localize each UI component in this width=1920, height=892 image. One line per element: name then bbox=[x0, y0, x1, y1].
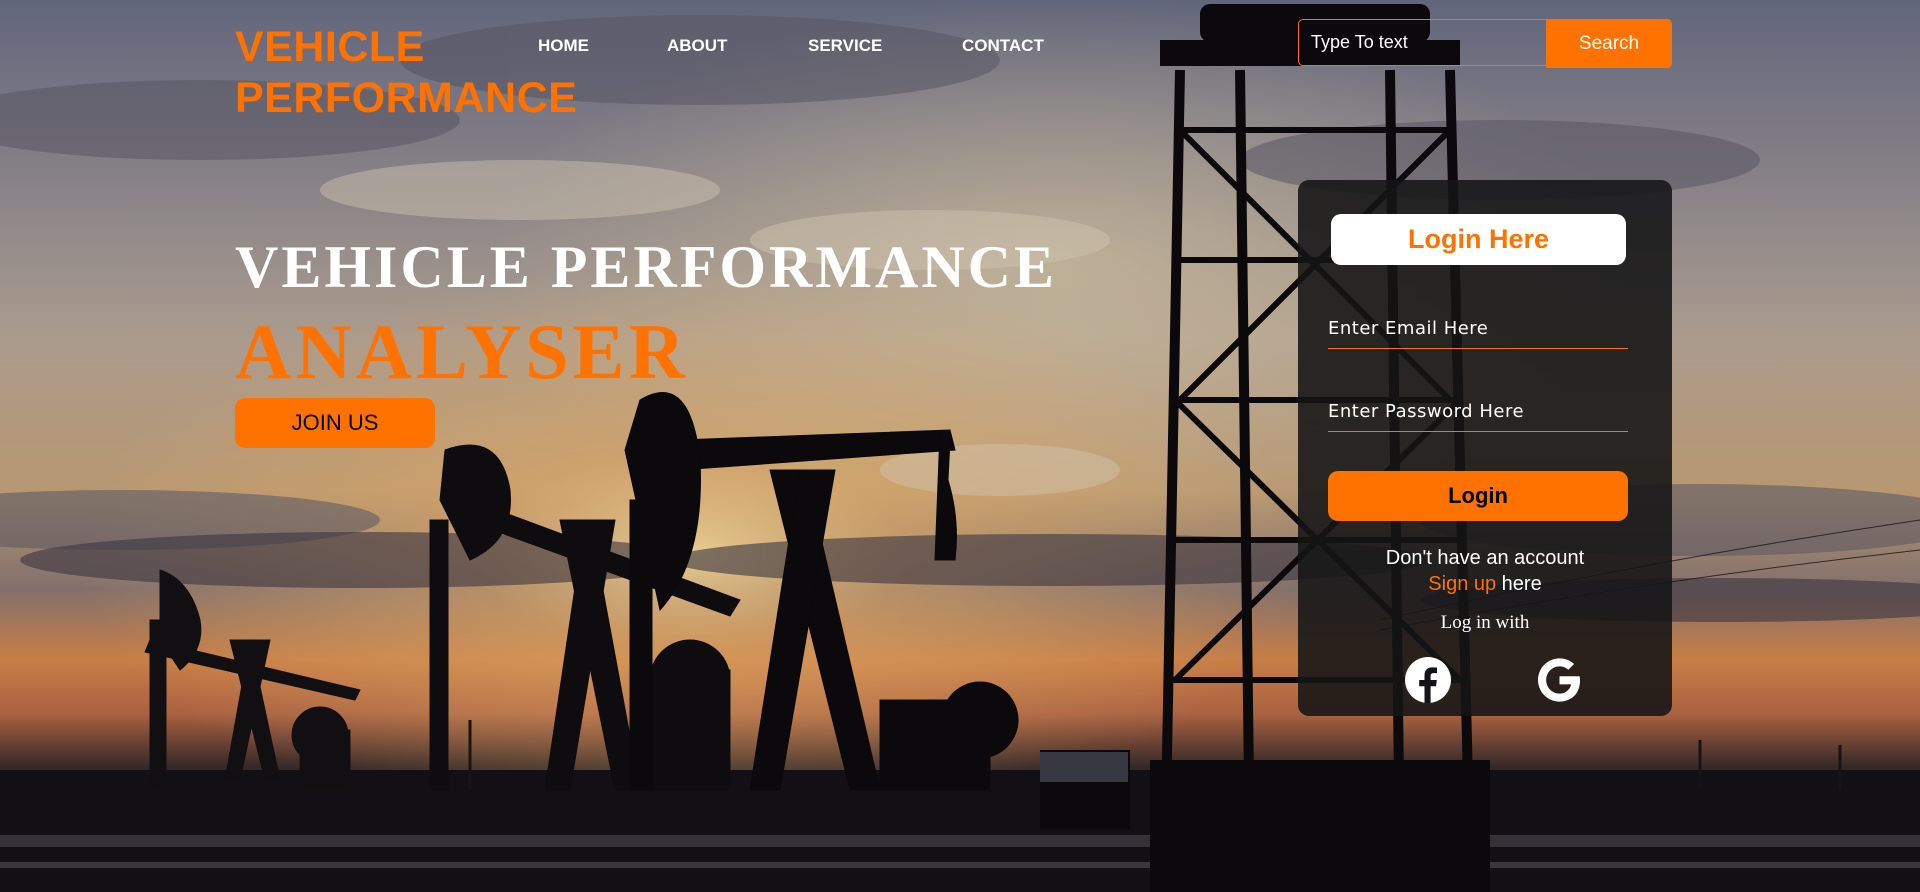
hero-subtitle: ANALYSER bbox=[235, 308, 689, 395]
nav-service[interactable]: SERVICE bbox=[808, 36, 962, 56]
nav-home[interactable]: HOME bbox=[538, 36, 667, 56]
search-bar: Search bbox=[1298, 19, 1672, 68]
login-button[interactable]: Login bbox=[1328, 471, 1628, 521]
nav-about[interactable]: ABOUT bbox=[667, 36, 808, 56]
main-nav: HOME ABOUT SERVICE CONTACT bbox=[538, 36, 1062, 56]
hero-title: VEHICLE PERFORMANCE bbox=[235, 234, 1058, 300]
signup-suffix: here bbox=[1496, 573, 1542, 595]
site-logo[interactable]: VEHICLE PERFORMANCE bbox=[235, 22, 577, 124]
signup-prompt: Don't have an account Sign up here bbox=[1298, 545, 1672, 597]
search-button[interactable]: Search bbox=[1546, 19, 1672, 68]
logo-line-2: PERFORMANCE bbox=[235, 74, 578, 122]
email-field[interactable] bbox=[1328, 309, 1628, 349]
search-input[interactable] bbox=[1298, 19, 1546, 66]
logo-line-1: VEHICLE bbox=[235, 23, 425, 71]
join-us-button[interactable]: JOIN US bbox=[235, 398, 435, 448]
nav-contact[interactable]: CONTACT bbox=[962, 36, 1062, 56]
login-with-label: Log in with bbox=[1440, 612, 1530, 633]
no-account-text: Don't have an account bbox=[1385, 547, 1585, 569]
signup-line: Sign up here bbox=[1298, 571, 1672, 597]
password-field[interactable] bbox=[1328, 392, 1628, 432]
signup-link[interactable]: Sign up bbox=[1428, 573, 1496, 595]
login-title: Login Here bbox=[1331, 214, 1626, 265]
google-icon[interactable] bbox=[1536, 657, 1582, 703]
page: VEHICLE PERFORMANCE HOME ABOUT SERVICE C… bbox=[0, 0, 1920, 892]
facebook-icon[interactable] bbox=[1405, 657, 1451, 703]
login-panel: Login Here Login Don't have an account S… bbox=[1298, 180, 1672, 716]
